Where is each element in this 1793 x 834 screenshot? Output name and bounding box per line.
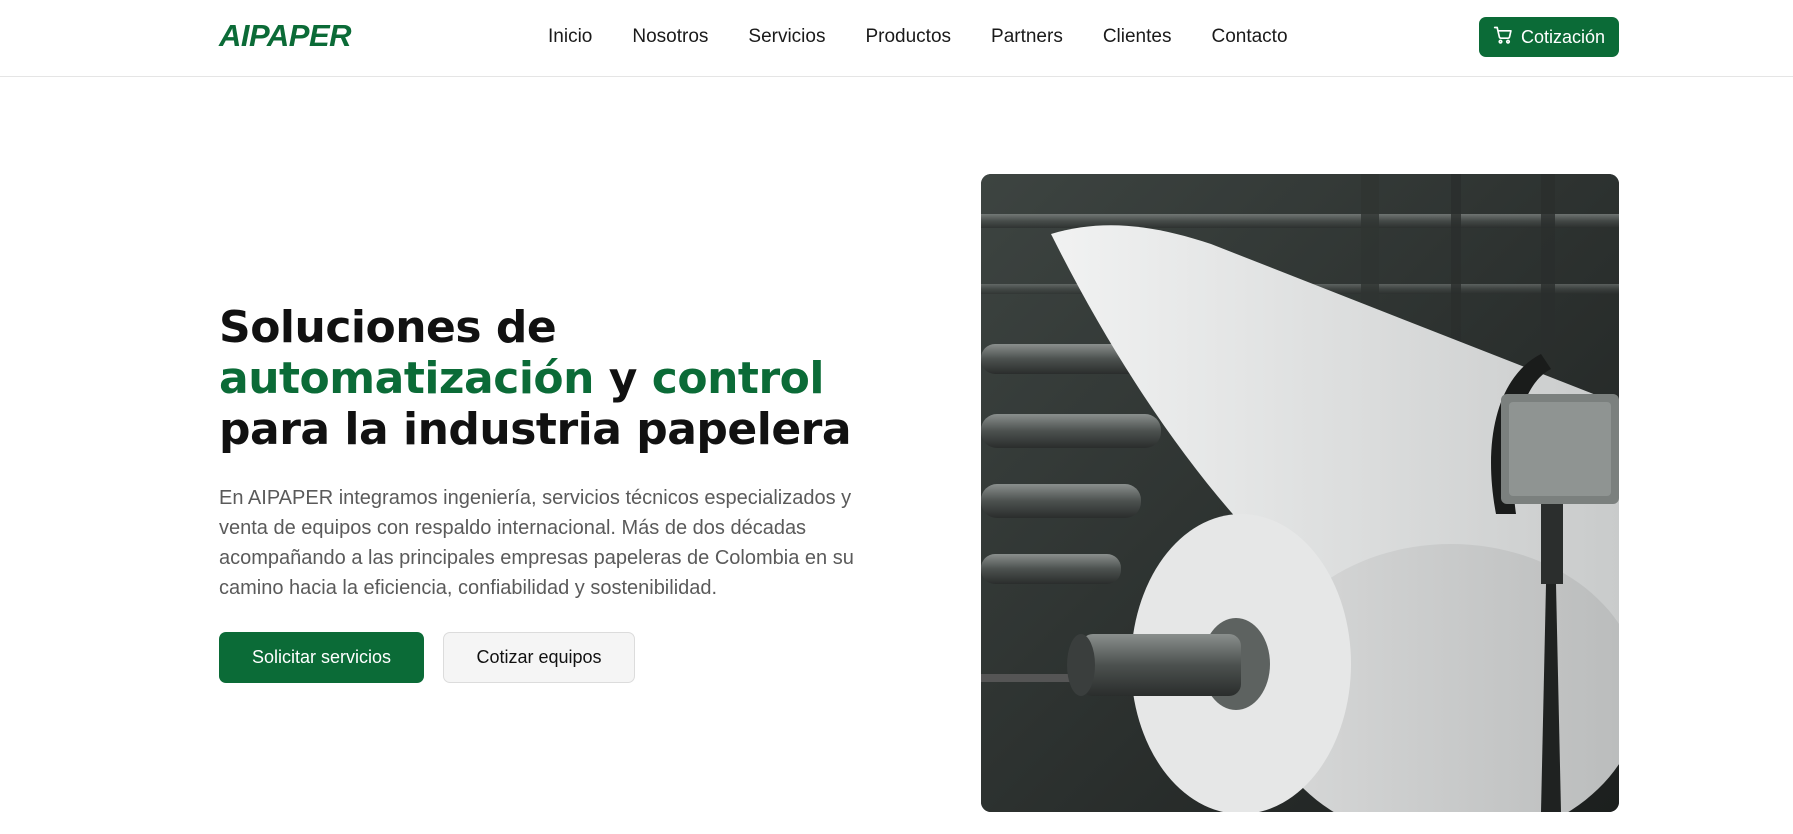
hero-image-paper-machine	[981, 174, 1619, 812]
shopping-cart-icon	[1493, 25, 1513, 50]
nav-item-clientes[interactable]: Clientes	[1103, 26, 1172, 48]
site-header: AIPAPER Inicio Nosotros Servicios Produc…	[0, 0, 1793, 77]
hero-title: Soluciones de automatización y control p…	[219, 302, 919, 455]
logo[interactable]: AIPAPER	[219, 18, 352, 54]
hero-title-line3: para la industria papelera	[219, 404, 852, 455]
request-services-button[interactable]: Solicitar servicios	[219, 632, 424, 683]
quote-button-label: Cotización	[1520, 26, 1606, 47]
nav-item-servicios[interactable]: Servicios	[748, 26, 825, 48]
hero-description: En AIPAPER integramos ingeniería, servic…	[219, 487, 854, 599]
nav-item-contacto[interactable]: Contacto	[1211, 26, 1287, 48]
nav-item-productos[interactable]: Productos	[865, 26, 951, 48]
hero-title-line1: Soluciones de	[219, 302, 557, 353]
hero-title-highlight-control: control	[651, 353, 825, 404]
nav-item-partners[interactable]: Partners	[991, 26, 1063, 48]
hero-title-highlight-automation: automatización	[219, 353, 594, 404]
quote-equipment-button[interactable]: Cotizar equipos	[443, 632, 635, 683]
nav-item-inicio[interactable]: Inicio	[548, 26, 592, 48]
hero-title-connector: y	[593, 353, 652, 404]
main-nav: Inicio Nosotros Servicios Productos Part…	[548, 26, 1328, 48]
quote-button[interactable]: Cotización	[1479, 17, 1619, 57]
nav-item-nosotros[interactable]: Nosotros	[632, 26, 708, 48]
